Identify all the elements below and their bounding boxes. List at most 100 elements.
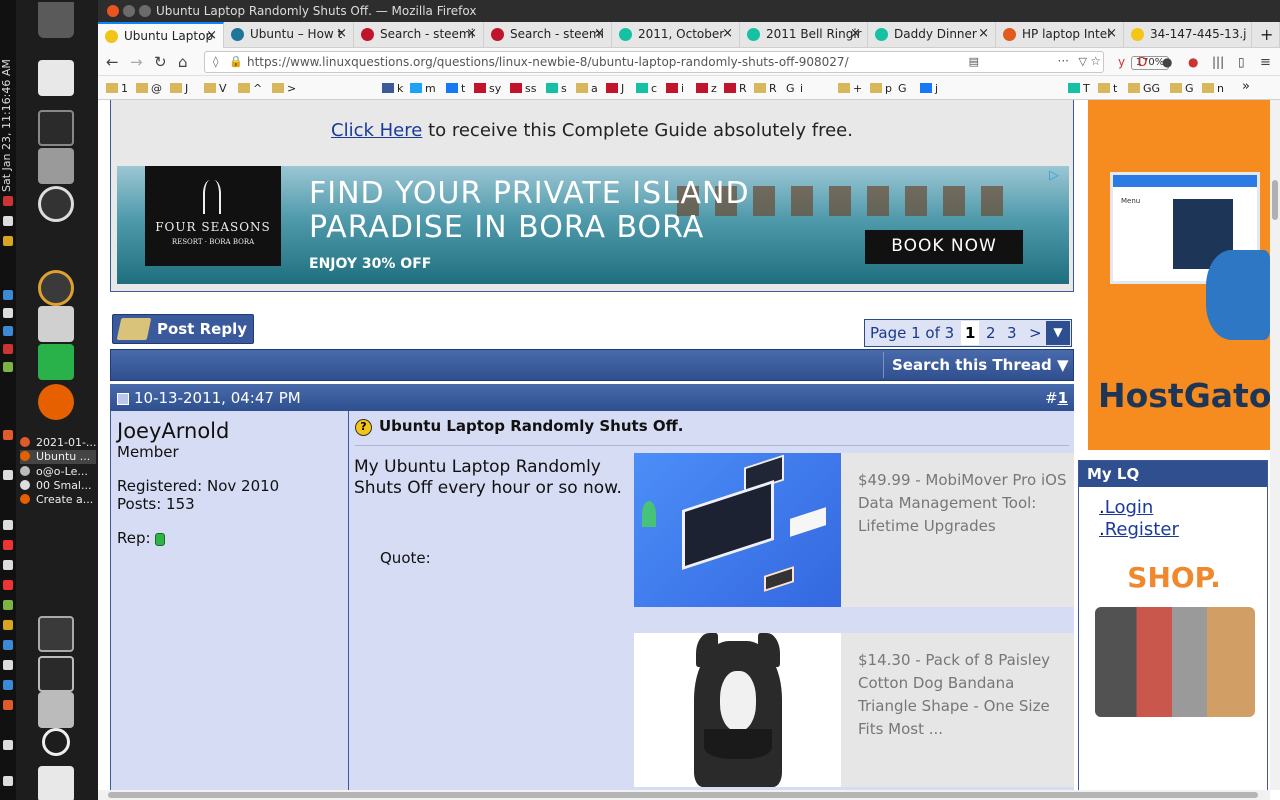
taskbar-item[interactable]: Ubuntu ...: [20, 450, 96, 464]
bookmark-folder[interactable]: G: [1170, 82, 1194, 95]
bookmark-item[interactable]: J: [606, 82, 624, 95]
indicator-icon[interactable]: [3, 470, 13, 480]
url-bar[interactable]: ◊ 🔒 https://www.linuxquestions.org/quest…: [204, 51, 1169, 73]
reload-icon[interactable]: ↻: [154, 53, 167, 71]
app-switch-icon[interactable]: [38, 766, 74, 800]
indicator-icon[interactable]: [3, 290, 13, 300]
indicator-icon[interactable]: [3, 430, 13, 440]
tab-ubuntu-howto[interactable]: Ubuntu – How t ×: [224, 22, 354, 48]
bookmark-folder[interactable]: ^: [238, 82, 262, 95]
lock-screen-icon[interactable]: [38, 616, 74, 652]
search-icon[interactable]: [38, 270, 74, 306]
tab-search-steemit-2[interactable]: Search - steemi ×: [484, 22, 612, 48]
taskbar-item[interactable]: 2021-01-...: [20, 436, 96, 450]
extension-icon[interactable]: ●: [1188, 55, 1198, 69]
bookmark-item[interactable]: c: [636, 82, 657, 95]
indicator-icon[interactable]: [3, 660, 13, 670]
menu-icon[interactable]: ≡: [1260, 55, 1271, 70]
extension-icon[interactable]: D: [1138, 55, 1147, 69]
bookmark-folder[interactable]: t: [1098, 82, 1117, 95]
notes-icon[interactable]: [38, 344, 74, 380]
more-bookmarks-icon[interactable]: »: [1242, 79, 1250, 94]
screenshot-icon[interactable]: [38, 692, 74, 728]
indicator-icon[interactable]: [3, 236, 13, 246]
four-seasons-ad[interactable]: FOUR SEASONS RESORT · BORA BORA FIND YOU…: [117, 166, 1069, 284]
bookmark-item[interactable]: i: [666, 82, 684, 95]
lock-icon[interactable]: 🔒: [229, 55, 243, 68]
bookmark-folder[interactable]: p: [870, 82, 892, 95]
indicator-icon[interactable]: [3, 560, 13, 570]
shop-ad[interactable]: SHOP.: [1089, 553, 1259, 800]
tab-image[interactable]: 34-147-445-13.j: [1124, 22, 1252, 48]
home-icon[interactable]: ⌂: [178, 53, 188, 71]
files-icon[interactable]: [38, 306, 74, 342]
product-ad[interactable]: $14.30 - Pack of 8 Paisley Cotton Dog Ba…: [634, 633, 1074, 787]
tab-bell-ringing[interactable]: 2011 Bell Ringir ×: [740, 22, 868, 48]
bookmark-folder[interactable]: R: [754, 82, 777, 95]
indicator-icon[interactable]: [3, 580, 13, 590]
bookmark-folder[interactable]: +: [838, 82, 862, 95]
click-here-link[interactable]: Click Here: [331, 120, 422, 141]
hostgator-ad[interactable]: Menu HostGato: [1088, 100, 1270, 450]
bookmark-folder[interactable]: >: [272, 82, 296, 95]
bookmark-item[interactable]: k: [382, 82, 403, 95]
taskbar-item[interactable]: 00 Smal...: [20, 479, 96, 493]
bookmark-folder[interactable]: J: [170, 82, 188, 95]
close-tab-icon[interactable]: ×: [1106, 26, 1117, 41]
indicator-icon[interactable]: [3, 776, 13, 786]
indicator-icon[interactable]: [3, 520, 13, 530]
taskbar-item[interactable]: o@o-Le...: [20, 465, 96, 479]
back-icon[interactable]: ←: [106, 53, 119, 71]
tab-search-steemit[interactable]: Search - steemi ×: [354, 22, 484, 48]
terminal-icon[interactable]: [38, 110, 74, 146]
bookmark-star-icon[interactable]: ☆: [1090, 54, 1101, 68]
network-icon[interactable]: [3, 216, 13, 226]
bookmark-item[interactable]: m: [410, 82, 436, 95]
bookmark-folder[interactable]: V: [204, 82, 227, 95]
bookmark-folder[interactable]: a: [576, 82, 598, 95]
tab-hp-laptop[interactable]: HP laptop Intel ×: [996, 22, 1124, 48]
firefox-icon[interactable]: [38, 384, 74, 420]
tab-ubuntu-laptop[interactable]: Ubuntu Laptop ×: [98, 22, 224, 48]
text-editor-icon[interactable]: [38, 60, 74, 96]
indicator-icon[interactable]: [3, 362, 13, 372]
close-tab-icon[interactable]: ×: [594, 26, 605, 41]
bookmark-item[interactable]: G: [786, 82, 795, 95]
close-tab-icon[interactable]: ×: [850, 26, 861, 41]
search-thread-button[interactable]: Search this Thread ▼: [883, 352, 1071, 378]
system-monitor-icon[interactable]: [38, 656, 74, 692]
login-link[interactable]: Login: [1099, 497, 1154, 518]
close-tab-icon[interactable]: ×: [206, 28, 217, 43]
page-actions-icon[interactable]: ···: [1058, 54, 1069, 68]
shield-icon[interactable]: ◊: [213, 55, 218, 68]
page-1[interactable]: 1: [961, 321, 980, 345]
bookmark-item[interactable]: i: [800, 82, 803, 95]
bookmark-item[interactable]: s: [546, 82, 567, 95]
pager-dropdown-icon[interactable]: ▼: [1046, 321, 1070, 345]
tab-2011-october[interactable]: 2011, October ×: [612, 22, 740, 48]
reader-view-icon[interactable]: ▤: [969, 55, 979, 68]
register-link[interactable]: Register: [1099, 519, 1179, 540]
bookmark-item[interactable]: R: [724, 82, 747, 95]
username[interactable]: JoeyArnold: [117, 419, 229, 443]
library-icon[interactable]: |||: [1212, 55, 1224, 69]
indicator-icon[interactable]: [3, 620, 13, 630]
close-tab-icon[interactable]: ×: [336, 26, 347, 41]
bookmark-folder[interactable]: @: [136, 82, 162, 95]
indicator-icon[interactable]: [3, 308, 13, 318]
scanner-icon[interactable]: [38, 148, 74, 184]
indicator-icon[interactable]: [3, 640, 13, 650]
clock-text[interactable]: Sat Jan 23, 11:16:46 AM: [0, 2, 14, 192]
indicator-icon[interactable]: [3, 196, 13, 206]
trash-icon[interactable]: [38, 2, 74, 38]
indicator-icon[interactable]: [3, 740, 13, 750]
indicator-icon[interactable]: [3, 540, 13, 550]
close-window-icon[interactable]: [107, 5, 119, 17]
horizontal-scrollbar[interactable]: [98, 790, 1270, 800]
book-now-button[interactable]: BOOK NOW: [865, 230, 1023, 264]
page-2[interactable]: 2: [982, 321, 1000, 345]
post-permalink[interactable]: 1: [1058, 389, 1068, 407]
bookmark-item[interactable]: sy: [474, 82, 501, 95]
bookmark-item[interactable]: j: [920, 82, 938, 95]
indicator-icon[interactable]: [3, 326, 13, 336]
